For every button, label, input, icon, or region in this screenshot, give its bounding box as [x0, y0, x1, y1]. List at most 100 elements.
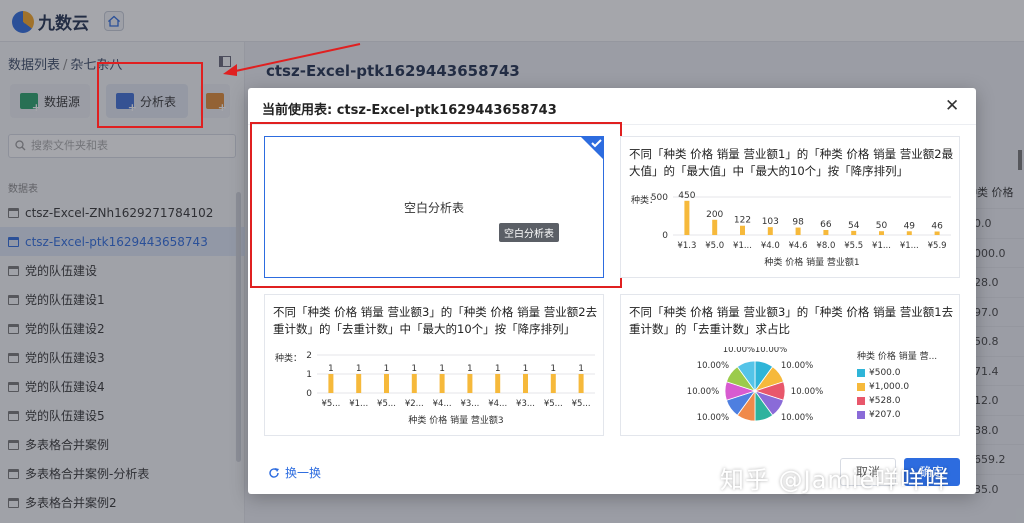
- refresh-button[interactable]: 换一换: [268, 464, 321, 481]
- x-tick-label: ¥5...: [544, 399, 563, 409]
- x-axis-label: 种类 价格 销量 营业额3: [408, 414, 503, 426]
- slice-label: 10.00%: [687, 387, 719, 397]
- data-label: 1: [356, 364, 362, 374]
- x-tick-label: ¥5...: [377, 399, 396, 409]
- data-label: 1: [550, 364, 556, 374]
- bar: [879, 231, 884, 235]
- select-template-dialog: 当前使用表: ctsz-Excel-ptk1629443658743 ✕ 空白分…: [248, 88, 976, 494]
- bar: [578, 374, 584, 393]
- pie-legend: 种类 价格 销量 营... ¥500.0 ¥1,000.0 ¥528.0 ¥207.0: [857, 349, 957, 422]
- legend-title: 种类 价格 销量 营...: [857, 352, 938, 362]
- x-tick-label: ¥5.9: [928, 241, 947, 251]
- data-label: 1: [523, 364, 529, 374]
- bar: [439, 374, 445, 393]
- y-axis-label: 种类：: [275, 352, 302, 364]
- legend-swatch: [857, 369, 865, 377]
- x-axis-label: 种类 价格 销量 营业额1: [764, 256, 859, 268]
- x-tick-label: ¥1...: [349, 399, 368, 409]
- data-label: 103: [762, 217, 779, 227]
- template-card-distinct-count[interactable]: 不同「种类 价格 销量 营业额3」的「种类 价格 销量 营业额2去重计数」的「去…: [264, 294, 604, 436]
- bar: [523, 374, 528, 393]
- legend-swatch: [857, 397, 865, 405]
- bar: [712, 219, 718, 235]
- bar: [795, 227, 801, 235]
- data-label: 1: [384, 364, 390, 374]
- legend-swatch: [857, 411, 865, 419]
- data-label: 46: [931, 222, 943, 232]
- x-tick-label: ¥4.0: [761, 241, 780, 251]
- template-card-top-values[interactable]: 不同「种类 价格 销量 营业额1」的「种类 价格 销量 营业额2最大值」的「最大…: [620, 136, 960, 278]
- legend-label: ¥207.0: [869, 410, 901, 420]
- bar-chart-distinct-count: 种类： 2 1 0 1 ¥5... 1 ¥1... 1 ¥5... 1 ¥2... 1 ¥4... 1 ¥3.…: [275, 351, 595, 426]
- data-label: 1: [328, 364, 334, 374]
- dialog-title: 当前使用表: ctsz-Excel-ptk1629443658743: [262, 103, 557, 118]
- annotation-box-blank: [250, 122, 622, 288]
- y-tick-label: 2: [306, 351, 312, 361]
- refresh-label: 换一换: [285, 466, 322, 480]
- x-tick-label: ¥5.0: [705, 241, 724, 251]
- card-title: 不同「种类 价格 销量 营业额3」的「种类 价格 销量 营业额2去重计数」的「去…: [273, 305, 598, 336]
- annotation-box-analysis: [97, 62, 203, 128]
- y-tick-label: 500: [651, 193, 668, 203]
- bar: [767, 227, 773, 235]
- legend-label: ¥528.0: [869, 396, 901, 406]
- bar: [823, 229, 829, 235]
- legend-item: ¥528.0: [857, 394, 957, 408]
- bar: [411, 374, 417, 393]
- x-tick-label: ¥3...: [460, 399, 479, 409]
- pie-chart-share: 10.00%10.00%10.00%10.00%10.00%10.00%10.0…: [687, 347, 823, 429]
- slice-label: 10.00%: [755, 347, 787, 355]
- template-card-share[interactable]: 不同「种类 价格 销量 营业额3」的「种类 价格 销量 营业额1去重计数」的「去…: [620, 294, 960, 436]
- refresh-icon: [269, 467, 279, 478]
- data-label: 122: [734, 216, 751, 226]
- x-tick-label: ¥5...: [572, 399, 591, 409]
- slice-label: 10.00%: [697, 361, 729, 371]
- annotation-arrow: [223, 43, 361, 76]
- slice-label: 10.00%: [781, 413, 813, 423]
- bar: [328, 374, 334, 393]
- x-tick-label: ¥1...: [900, 241, 919, 251]
- x-tick-label: ¥5...: [321, 399, 340, 409]
- data-label: 98: [792, 218, 804, 228]
- bar: [550, 374, 556, 393]
- bar-chart-top-values: 种类：5000450¥1.3200¥5.0122¥1...103¥4.098¥4…: [631, 191, 951, 268]
- legend-swatch: [857, 383, 865, 391]
- bar: [467, 374, 473, 393]
- data-label: 1: [495, 364, 501, 374]
- data-label: 1: [578, 364, 584, 374]
- data-label: 200: [706, 210, 723, 220]
- x-tick-label: ¥1...: [872, 241, 891, 251]
- x-tick-label: ¥4...: [488, 399, 507, 409]
- bar: [495, 374, 501, 393]
- bar: [356, 374, 362, 393]
- x-tick-label: ¥1.3: [677, 241, 696, 251]
- slice-label: 10.00%: [723, 347, 755, 355]
- legend-item: ¥207.0: [857, 408, 957, 422]
- bar: [740, 225, 745, 235]
- y-tick-label: 0: [306, 389, 312, 399]
- legend-label: ¥1,000.0: [869, 382, 910, 392]
- card-title: 不同「种类 价格 销量 营业额3」的「种类 价格 销量 营业额1去重计数」的「去…: [629, 305, 954, 336]
- data-label: 66: [820, 220, 832, 230]
- data-label: 1: [467, 364, 473, 374]
- slice-label: 10.00%: [781, 361, 813, 371]
- bar: [851, 230, 857, 235]
- legend-label: ¥500.0: [869, 368, 901, 378]
- legend-item: ¥1,000.0: [857, 380, 957, 394]
- bar: [934, 231, 940, 235]
- data-label: 54: [848, 221, 860, 231]
- data-label: 450: [678, 191, 695, 201]
- watermark: 知乎 @Jamie咩咩咩: [720, 466, 951, 494]
- x-tick-label: ¥8.0: [816, 241, 835, 251]
- data-label: 49: [904, 221, 916, 231]
- data-label: 50: [876, 221, 888, 231]
- x-tick-label: ¥1...: [733, 241, 752, 251]
- x-tick-label: ¥3...: [516, 399, 535, 409]
- x-tick-label: ¥5.5: [844, 241, 863, 251]
- bar: [384, 374, 389, 393]
- y-tick-label: 1: [306, 370, 312, 380]
- x-tick-label: ¥4.6: [789, 241, 808, 251]
- x-tick-label: ¥2...: [405, 399, 424, 409]
- slice-label: 10.00%: [791, 387, 823, 397]
- close-icon[interactable]: ✕: [945, 97, 959, 115]
